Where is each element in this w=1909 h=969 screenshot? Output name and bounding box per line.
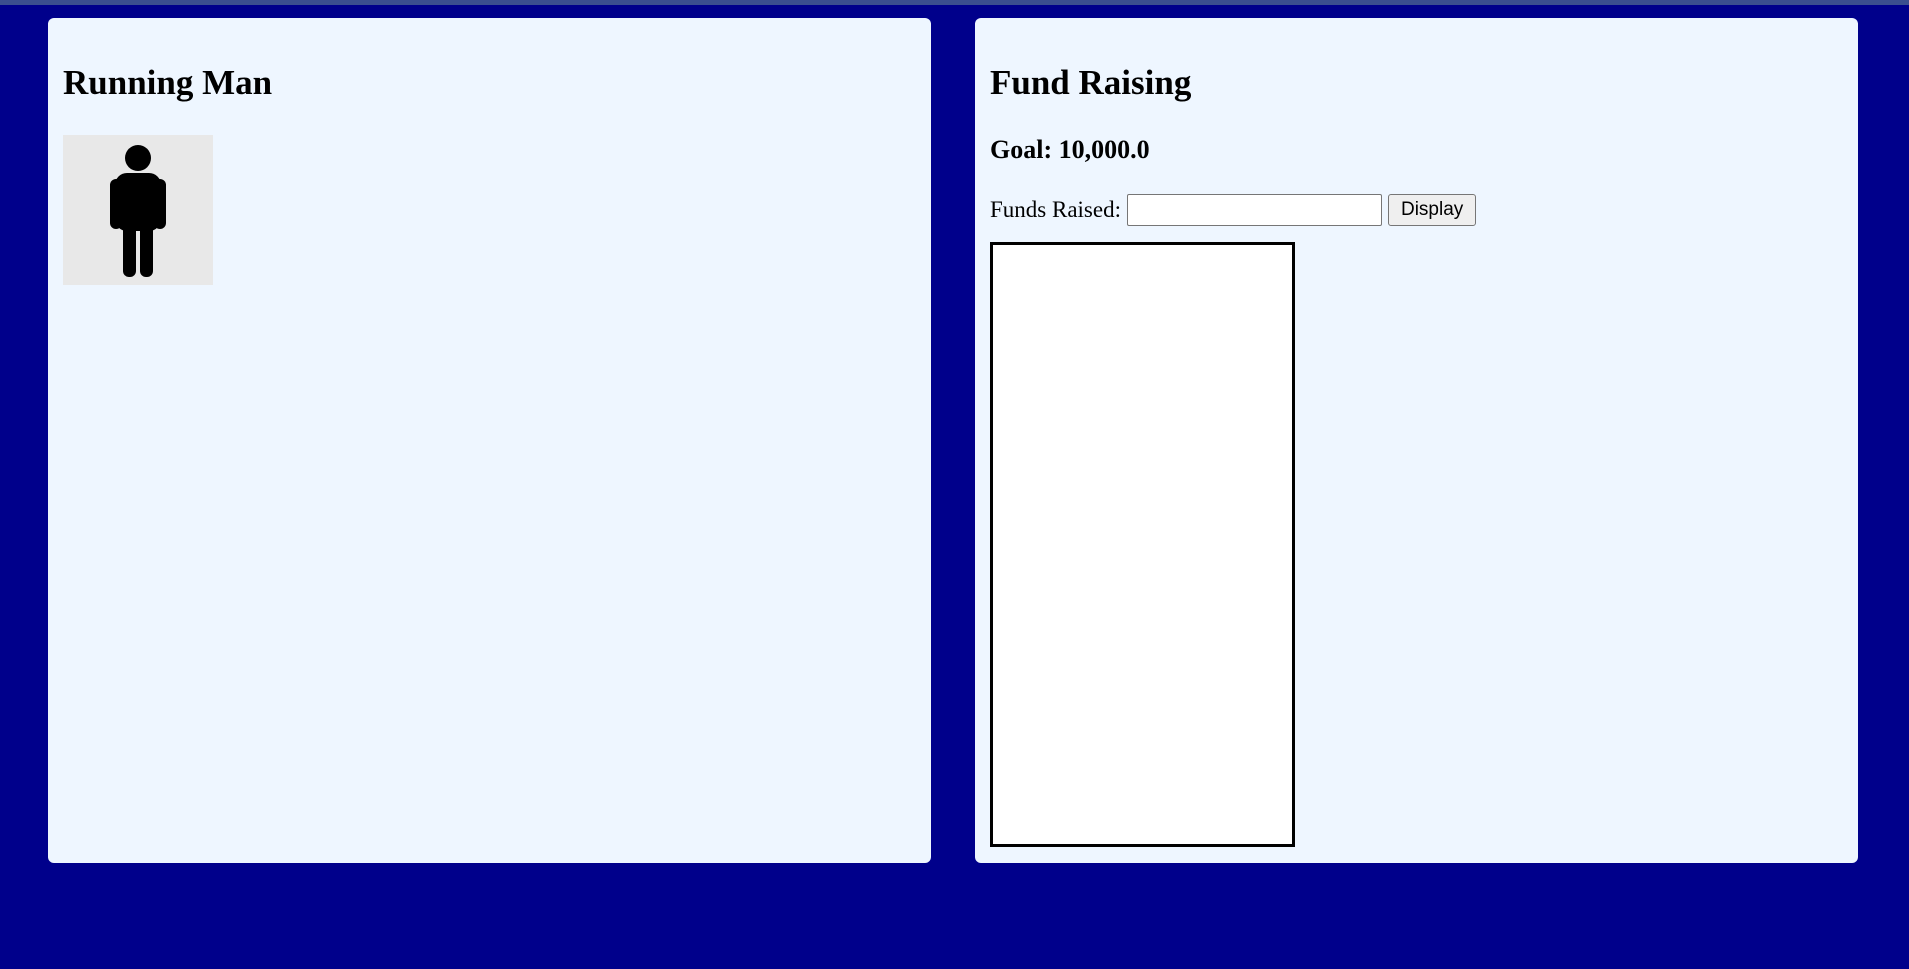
fund-raising-panel: Fund Raising Goal: 10,000.0 Funds Raised… [975,18,1858,863]
funds-row: Funds Raised: Display [990,194,1477,226]
standing-person-icon [63,135,213,285]
display-button[interactable]: Display [1387,194,1477,226]
fund-progress-canvas [990,242,1295,847]
fund-raising-title: Fund Raising [990,63,1192,102]
running-man-panel: Running Man [48,18,931,863]
running-man-figure [63,135,213,285]
goal-text: Goal: 10,000.0 [990,135,1150,164]
running-man-title: Running Man [63,63,273,102]
funds-raised-input[interactable] [1126,194,1382,226]
top-strip [0,0,1909,5]
funds-raised-label: Funds Raised: [990,197,1121,222]
